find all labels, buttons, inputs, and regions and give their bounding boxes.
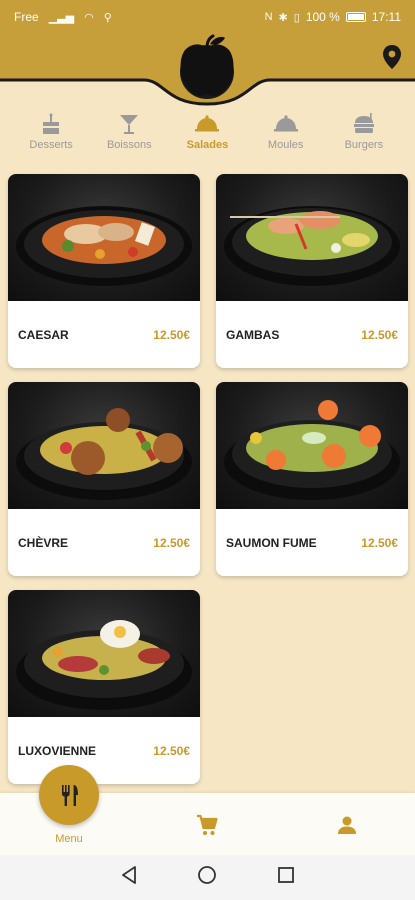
- tab-label: Burgers: [344, 139, 384, 151]
- tab-label: Moules: [267, 139, 304, 151]
- product-image: [216, 382, 408, 509]
- product-name: LUXOVIENNE: [18, 743, 97, 758]
- burger-icon: [353, 113, 374, 133]
- cloche-icon: [273, 115, 298, 132]
- usb-icon: ⚲: [103, 11, 112, 24]
- tab-moules[interactable]: Moules: [249, 112, 323, 160]
- back-icon[interactable]: [120, 865, 138, 890]
- product-price: 12.50€: [361, 327, 398, 342]
- menu-label: Menu: [55, 833, 83, 845]
- battery-icon: [345, 12, 366, 22]
- product-price: 12.50€: [361, 535, 398, 550]
- product-card[interactable]: CHÈVRE 12.50€: [8, 382, 200, 576]
- product-footer: GAMBAS 12.50€: [216, 301, 408, 368]
- tab-label: Boissons: [106, 139, 152, 151]
- cake-icon: [43, 113, 60, 134]
- tab-salades[interactable]: Salades: [170, 112, 244, 160]
- product-footer: CAESAR 12.50€: [8, 301, 200, 368]
- home-icon[interactable]: [197, 865, 217, 890]
- product-name: CAESAR: [18, 327, 69, 342]
- carrier-label: Free: [14, 10, 39, 24]
- category-tabs: Desserts Boissons Salades Moules Burgers: [0, 112, 415, 160]
- bluetooth-icon: ✱: [278, 11, 288, 24]
- product-name: GAMBAS: [226, 327, 280, 342]
- product-image: [8, 174, 200, 301]
- product-card[interactable]: LUXOVIENNE 12.50€: [8, 590, 200, 784]
- location-pin-icon[interactable]: [381, 44, 403, 70]
- product-image: [8, 590, 200, 717]
- status-bar: Free ▁▃▅ ◠ ⚲ N ✱ ▯ 100 % 17:11: [0, 0, 415, 34]
- apple-logo: [177, 34, 237, 100]
- cart-button[interactable]: [196, 814, 218, 841]
- recents-icon[interactable]: [277, 866, 295, 889]
- product-card[interactable]: CAESAR 12.50€: [8, 174, 200, 368]
- fork-knife-icon: [62, 785, 78, 806]
- product-name: CHÈVRE: [18, 535, 69, 550]
- product-price: 12.50€: [153, 535, 190, 550]
- tab-label: Desserts: [29, 139, 73, 151]
- signal-icon: ▁▃▅: [48, 11, 75, 24]
- product-price: 12.50€: [153, 327, 190, 342]
- cart-icon: [197, 814, 218, 835]
- app-header: [0, 34, 415, 106]
- product-card[interactable]: SAUMON FUME 12.50€: [216, 382, 408, 576]
- tab-boissons[interactable]: Boissons: [92, 112, 166, 160]
- product-image: [216, 174, 408, 301]
- menu-button[interactable]: [39, 765, 99, 825]
- tab-desserts[interactable]: Desserts: [14, 112, 88, 160]
- cocktail-icon: [120, 115, 139, 134]
- nfc-icon: N: [264, 11, 273, 23]
- product-footer: SAUMON FUME 12.50€: [216, 509, 408, 576]
- system-nav-bar: [0, 855, 415, 900]
- product-footer: CHÈVRE 12.50€: [8, 509, 200, 576]
- profile-button[interactable]: [336, 814, 358, 841]
- tab-burgers[interactable]: Burgers: [327, 112, 401, 160]
- wifi-icon: ◠: [84, 11, 94, 24]
- product-image: [8, 382, 200, 509]
- product-name: SAUMON FUME: [226, 535, 317, 550]
- clock: 17:11: [371, 10, 401, 24]
- product-footer: LUXOVIENNE 12.50€: [8, 717, 200, 784]
- product-price: 12.50€: [153, 743, 190, 758]
- tab-label: Salades: [186, 139, 229, 151]
- user-icon: [338, 816, 356, 834]
- product-card[interactable]: GAMBAS 12.50€: [216, 174, 408, 368]
- battery-percent: 100 %: [305, 10, 340, 24]
- cloche-icon: [195, 115, 220, 132]
- vibrate-icon: ▯: [293, 11, 300, 24]
